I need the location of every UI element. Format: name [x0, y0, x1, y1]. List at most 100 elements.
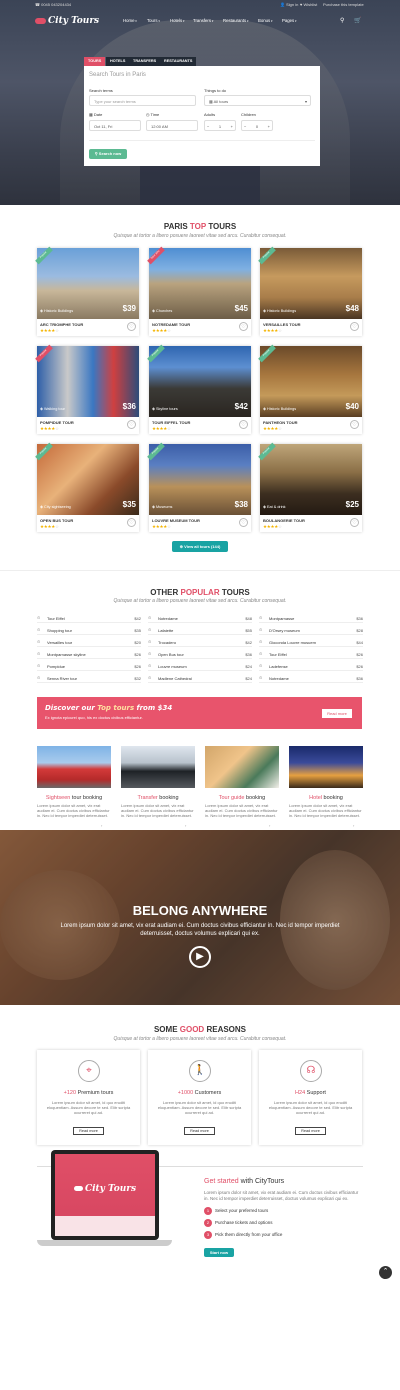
phone-number[interactable]: ☎ 0045 043204434 — [35, 2, 71, 7]
popular-tour-row[interactable]: ⊙ Trocadero $42 — [148, 638, 252, 647]
nav-transfers[interactable]: Transfers — [193, 18, 213, 23]
tour-icon: ⊙ — [148, 675, 152, 680]
popular-tour-row[interactable]: ⊙ D'Orsey museum $28 — [259, 626, 363, 635]
service-read-more-link[interactable]: › — [185, 823, 186, 828]
popular-tour-row[interactable]: ⊙ Pompidue $26 — [37, 662, 141, 671]
wishlist-heart-icon[interactable]: ♡ — [239, 322, 248, 331]
date-field[interactable]: Oct 11, Fri — [89, 120, 141, 131]
tour-name[interactable]: LOUVRE MUSEUM TOUR — [152, 518, 200, 523]
search-input[interactable]: Type your search terms — [89, 95, 196, 106]
wishlist-heart-icon[interactable]: ♡ — [350, 420, 359, 429]
reason-read-more-button[interactable]: Read more — [295, 1127, 326, 1135]
wishlist-heart-icon[interactable]: ♡ — [239, 420, 248, 429]
purchase-link[interactable]: Purchase this template — [323, 2, 364, 7]
tour-rating: ★★★★☆ — [40, 426, 59, 432]
wishlist-heart-icon[interactable]: ♡ — [127, 518, 136, 527]
popular-tour-row[interactable]: ⊙ Versailles tour $20 — [37, 638, 141, 647]
tour-name[interactable]: PANTHEON TOUR — [263, 420, 298, 425]
tour-card[interactable]: Popular ◈ Eat & drink $25 BOULANGERIE TOUR ★… — [258, 442, 362, 532]
tour-card[interactable]: Popular ◈ Walking tour $36 POMPIDUE TOUR ★★★… — [35, 344, 139, 434]
popular-tour-row[interactable]: ⊙ Tour Eiffel $26 — [259, 650, 363, 659]
tour-name[interactable]: NOTREDAME TOUR — [152, 322, 190, 327]
popular-tour-row[interactable]: ⊙ Notredame $36 — [259, 674, 363, 683]
date-label: ▦ Date — [89, 112, 103, 117]
nav-restaurants[interactable]: Restaurants — [223, 18, 249, 23]
tour-card[interactable]: Popular ◈ Historic Buildings $39 ARC TRIOMP… — [35, 246, 139, 336]
tour-name[interactable]: TOUR EIFFEL TOUR — [152, 420, 190, 425]
nav-home[interactable]: Home — [123, 18, 137, 23]
back-to-top-icon[interactable]: ⌃ — [379, 1266, 392, 1279]
tour-card[interactable]: Popular ◈ Historic Buildings $40 PANTHEON T… — [258, 344, 362, 434]
plus-icon[interactable]: + — [231, 124, 233, 129]
tour-name[interactable]: OPEN BUS TOUR — [40, 518, 73, 523]
popular-tour-row[interactable]: ⊙ Shopping tour $35 — [37, 626, 141, 635]
reason-card: 🚶 +1000 Customers Lorem ipsum dolor sit am… — [148, 1050, 251, 1145]
tour-name[interactable]: POMPIDUE TOUR — [40, 420, 74, 425]
popular-tour-row[interactable]: ⊙ Louvre museum $24 — [148, 662, 252, 671]
tour-category: ◈ Historic Buildings — [40, 309, 74, 313]
start-now-button[interactable]: Start now — [204, 1248, 234, 1257]
service-photo[interactable] — [289, 746, 363, 788]
nav-pages[interactable]: Pages — [282, 18, 297, 23]
children-stepper[interactable]: −0 + — [241, 120, 273, 131]
adults-stepper[interactable]: −1 + — [204, 120, 236, 131]
tour-card[interactable]: Popular ◈ City sightseeing $35 OPEN BUS TOU… — [35, 442, 139, 532]
things-select[interactable]: ▦ All tours ▾ — [204, 95, 311, 106]
popular-tour-row[interactable]: ⊙ Open Bus tour $36 — [148, 650, 252, 659]
wishlist-heart-icon[interactable]: ♡ — [127, 322, 136, 331]
view-all-tours-button[interactable]: ⊕ View all tours (144) — [172, 541, 228, 552]
minus-icon[interactable]: − — [207, 124, 209, 129]
tour-card[interactable]: Popular ◈ Museums $38 LOUVRE MUSEUM TOUR ★★★… — [147, 442, 251, 532]
service-photo[interactable] — [205, 746, 279, 788]
sign-in-link[interactable]: 👤 Sign in — [280, 2, 298, 7]
popular-tour-row[interactable]: ⊙ Tour Eiffel $42 — [37, 614, 141, 623]
popular-tour-row[interactable]: ⊙ Madlene Cathedral $24 — [148, 674, 252, 683]
wishlist-heart-icon[interactable]: ♡ — [350, 518, 359, 527]
popular-tour-row[interactable]: ⊙ Montparnasse $36 — [259, 614, 363, 623]
tab-restaurants[interactable]: RESTAURANTS — [160, 57, 197, 66]
time-field[interactable]: 12:00 AM — [146, 120, 198, 131]
tour-icon: ⊙ — [259, 639, 263, 644]
search-now-button[interactable]: ⚲ Search now — [89, 149, 127, 159]
service-photo[interactable] — [37, 746, 111, 788]
nav-bonus[interactable]: Bonus — [258, 18, 273, 23]
tour-name[interactable]: VERSAILLES TOUR — [263, 322, 301, 327]
service-read-more-link[interactable]: › — [269, 823, 270, 828]
popular-tour-row[interactable]: ⊙ Senna River tour $32 — [37, 674, 141, 683]
site-logo[interactable]: City Tours — [35, 16, 99, 26]
cart-icon[interactable]: 🛒 — [354, 17, 361, 24]
tour-card[interactable]: Save 30% ◈ Churches $45 NOTREDAME TOUR ★★★★☆… — [147, 246, 251, 336]
service-photo[interactable] — [121, 746, 195, 788]
reason-read-more-button[interactable]: Read more — [184, 1127, 215, 1135]
tour-name[interactable]: ARC TRIOMPHE TOUR — [40, 322, 83, 327]
tab-hotels[interactable]: HOTELS — [106, 57, 130, 66]
reason-read-more-button[interactable]: Read more — [73, 1127, 104, 1135]
popular-tour-row[interactable]: ⊙ Lafaiette $55 — [148, 626, 252, 635]
search-icon[interactable]: ⚲ — [340, 17, 344, 24]
tab-tours[interactable]: TOURS — [84, 57, 106, 66]
tab-transfers[interactable]: TRANSFERS — [129, 57, 161, 66]
step-2: 2 Purchase tickets and options — [204, 1219, 273, 1227]
popular-tour-row[interactable]: ⊙ Gioconda Louvre musuem $44 — [259, 638, 363, 647]
laptop-screen: City Tours — [55, 1154, 155, 1236]
popular-tour-row[interactable]: ⊙ Ladefense $26 — [259, 662, 363, 671]
wishlist-link[interactable]: ♥ Wishlist — [300, 2, 317, 7]
nav-hotels[interactable]: Hotels — [170, 18, 185, 23]
service-read-more-link[interactable]: › — [353, 823, 354, 828]
plus-icon[interactable]: + — [268, 124, 270, 129]
nav-tours[interactable]: Tours — [147, 18, 160, 23]
tour-card[interactable]: Popular ◈ Skyline tours $42 TOUR EIFFEL TOU… — [147, 344, 251, 434]
wishlist-heart-icon[interactable]: ♡ — [350, 322, 359, 331]
tour-card[interactable]: Popular ◈ Historic Buildings $48 VERSAILLES… — [258, 246, 362, 336]
tour-name[interactable]: BOULANGERIE TOUR — [263, 518, 305, 523]
popular-tour-row[interactable]: ⊙ Notredame $48 — [148, 614, 252, 623]
minus-icon[interactable]: − — [244, 124, 246, 129]
wishlist-heart-icon[interactable]: ♡ — [239, 518, 248, 527]
video-text: Lorem ipsum dolor sit amet, vix erat aud… — [60, 923, 340, 937]
service-read-more-link[interactable]: › — [101, 823, 102, 828]
play-icon[interactable]: ▶ — [189, 946, 211, 968]
banner-read-more-button[interactable]: Read more — [322, 709, 352, 718]
children-label: Children — [241, 112, 256, 117]
popular-tour-row[interactable]: ⊙ Montparnasse skyline $26 — [37, 650, 141, 659]
wishlist-heart-icon[interactable]: ♡ — [127, 420, 136, 429]
